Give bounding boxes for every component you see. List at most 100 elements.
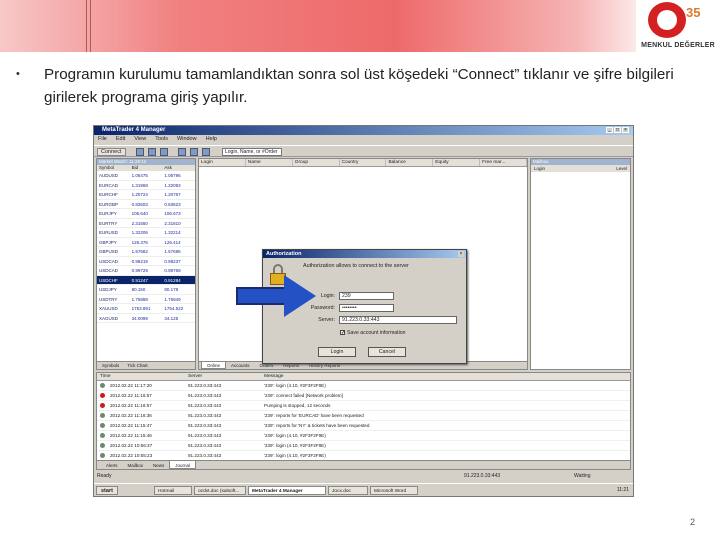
toolbar-icon[interactable] bbox=[148, 148, 156, 156]
toolbar-icon[interactable] bbox=[178, 148, 186, 156]
menu-view[interactable]: View bbox=[134, 136, 146, 144]
toolbar-icon[interactable] bbox=[202, 148, 210, 156]
tab-journal[interactable]: Journal bbox=[169, 461, 197, 469]
dialog-close-button[interactable]: × bbox=[458, 251, 464, 257]
password-field[interactable]: •••••••• bbox=[339, 304, 394, 312]
market-watch-row[interactable]: USDCAD 0.98219 0.98237 bbox=[97, 257, 195, 266]
journal-row[interactable]: 2012.02.22 11:16:57 91.223.0.33:443 '239':… bbox=[97, 391, 630, 401]
column-header[interactable]: Free mar... bbox=[480, 159, 528, 166]
column-header[interactable]: Server bbox=[185, 373, 261, 380]
minimize-button[interactable]: _ bbox=[606, 127, 613, 133]
taskbar-item[interactable]: ozdvt.doc (salsoft... bbox=[194, 486, 246, 495]
journal-message: Pumping is stopped, 12 seconds bbox=[264, 403, 331, 408]
bid-cell: 1.57682 bbox=[131, 249, 148, 254]
column-header[interactable]: Login bbox=[199, 159, 246, 166]
symbol-cell: USDCAD bbox=[99, 258, 119, 264]
market-watch-row[interactable]: USDCHF 0.91247 0.91284 bbox=[97, 275, 195, 285]
bid-cell: 1.31968 bbox=[131, 182, 148, 188]
tab-symbols[interactable]: Symbols bbox=[99, 362, 122, 369]
cancel-button[interactable]: Cancel bbox=[368, 347, 406, 357]
symbol-cell: EURJPY bbox=[99, 211, 117, 216]
market-watch-row[interactable]: EURGBP 0.83603 0.83623 bbox=[97, 200, 195, 209]
journal-time: 2012.02.22 11:15:46 bbox=[97, 431, 185, 440]
market-watch-row[interactable]: GBPUSD 1.57682 1.57696 bbox=[97, 247, 195, 257]
journal-row[interactable]: 2012.02.22 11:15:47 91.223.0.33:443 '239':… bbox=[97, 421, 630, 431]
bid-cell: 1.20724 bbox=[131, 192, 148, 197]
menu-window[interactable]: Window bbox=[177, 136, 197, 144]
market-watch-row[interactable]: EURJPY 106.640 106.673 bbox=[97, 209, 195, 219]
taskbar-item[interactable]: Hotmail bbox=[154, 486, 192, 495]
journal-row[interactable]: 2012.02.22 11:15:46 91.223.0.33:443 '239':… bbox=[97, 431, 630, 441]
server-label: Server: bbox=[318, 317, 335, 323]
tab-tick-chart[interactable]: Tick Chart bbox=[124, 362, 150, 369]
login-button[interactable]: Login bbox=[318, 347, 356, 357]
taskbar: start Hotmail ozdvt.doc (salsoft... Meta… bbox=[94, 483, 633, 496]
close-button[interactable]: × bbox=[622, 127, 629, 133]
symbol-cell: USDTRY bbox=[99, 296, 118, 302]
column-header[interactable]: Message bbox=[261, 373, 630, 380]
symbol-cell: USDCHF bbox=[99, 277, 118, 283]
save-account-checkbox[interactable]: ✓ Save account information bbox=[340, 330, 406, 336]
app-title: MetaTrader 4 Manager bbox=[102, 127, 166, 133]
symbol-cell: XAUUSD bbox=[99, 306, 118, 311]
market-watch-row[interactable]: XAGUSD 34.0099 34.125 bbox=[97, 314, 195, 323]
column-header[interactable]: Group bbox=[293, 159, 340, 166]
logo-mark-icon bbox=[648, 2, 686, 38]
market-watch-row[interactable]: USDJPY 80.150 80.178 bbox=[97, 285, 195, 295]
journal-time-text: 2012.02.22 10:56:37 bbox=[110, 443, 153, 448]
ask-cell: 80.178 bbox=[164, 287, 179, 292]
menu-tools[interactable]: Tools bbox=[155, 136, 168, 144]
journal-row[interactable]: 2012.02.22 11:17:20 91.223.0.33:443 '239':… bbox=[97, 381, 630, 391]
column-header[interactable]: Login bbox=[534, 165, 545, 172]
menu-file[interactable]: File bbox=[98, 136, 107, 144]
login-field[interactable]: 239 bbox=[339, 292, 394, 300]
taskbar-clock: 11:21 bbox=[616, 487, 629, 493]
market-watch-row[interactable]: AUDUSD 1.06475 1.06796 bbox=[97, 171, 195, 181]
grid-header: Login Name Group Country Balance Equity … bbox=[199, 159, 528, 167]
menu-edit[interactable]: Edit bbox=[116, 136, 125, 144]
tab-online[interactable]: Online bbox=[201, 362, 227, 369]
toolbar-icon[interactable] bbox=[136, 148, 144, 156]
checkbox-icon: ✓ bbox=[340, 330, 346, 337]
ask-cell: 1.32093 bbox=[164, 182, 181, 188]
tab-accounts[interactable]: Accounts bbox=[226, 362, 255, 369]
server-select[interactable]: 91.223.0.33:443 bbox=[339, 316, 457, 324]
market-watch-row[interactable]: USDCAD 0.99729 0.99769 bbox=[97, 266, 195, 276]
maximize-button[interactable]: □ bbox=[614, 127, 621, 133]
column-header[interactable]: Time bbox=[97, 373, 185, 380]
column-header[interactable]: Name bbox=[246, 159, 293, 166]
bid-cell: 0.83603 bbox=[131, 201, 148, 207]
journal-row[interactable]: 2012.02.22 10:56:37 91.223.0.33:443 '239':… bbox=[97, 441, 630, 451]
search-input[interactable]: Login, Name, or #Order bbox=[222, 148, 282, 156]
menu-help[interactable]: Help bbox=[206, 136, 217, 144]
start-button[interactable]: start bbox=[96, 486, 118, 495]
market-watch-row[interactable]: GBPJPY 126.376 126.414 bbox=[97, 238, 195, 247]
tab-mailbox[interactable]: Mailbox bbox=[123, 461, 149, 469]
toolbar-icon[interactable] bbox=[160, 148, 168, 156]
market-watch-row[interactable]: EURCAD 1.31968 1.32093 bbox=[97, 181, 195, 190]
market-watch-row[interactable]: XAUUSD 1753.891 1754.522 bbox=[97, 304, 195, 314]
status-text: Ready bbox=[97, 473, 112, 479]
toolbar-icon[interactable] bbox=[190, 148, 198, 156]
market-watch-row[interactable]: EURCHF 1.20724 1.20767 bbox=[97, 190, 195, 200]
taskbar-item[interactable]: MetaTrader 4 Manager bbox=[248, 486, 326, 495]
column-header[interactable]: Equity bbox=[433, 159, 481, 166]
arrow-icon bbox=[284, 275, 316, 317]
column-header[interactable]: Level bbox=[616, 165, 627, 172]
journal-row[interactable]: 2012.02.22 11:16:36 91.223.0.33:443 '239':… bbox=[97, 411, 630, 421]
connect-button[interactable]: Connect bbox=[97, 148, 126, 156]
market-watch-row[interactable]: EURTRY 2.31650 2.31810 bbox=[97, 219, 195, 228]
column-header[interactable]: Country bbox=[340, 159, 387, 166]
taskbar-item[interactable]: Jocx.doc bbox=[328, 486, 368, 495]
journal-server: 91.223.0.33:443 bbox=[188, 453, 222, 458]
bid-cell: 1.32206 bbox=[131, 230, 148, 235]
market-watch-row[interactable]: EURUSD 1.32206 1.32214 bbox=[97, 228, 195, 238]
tab-alerts[interactable]: Alerts bbox=[101, 461, 123, 469]
column-header[interactable]: Balance bbox=[386, 159, 434, 166]
taskbar-item[interactable]: Microsoft Word bbox=[370, 486, 418, 495]
tab-news[interactable]: News bbox=[148, 461, 169, 469]
journal-row[interactable]: 2012.02.22 11:16:57 91.223.0.33:443 Pumpin… bbox=[97, 401, 630, 411]
market-watch-row[interactable]: USDTRY 1.75888 1.75949 bbox=[97, 295, 195, 304]
bid-cell: 0.99729 bbox=[131, 268, 148, 273]
journal-time-text: 2012.02.22 10:55:23 bbox=[110, 453, 153, 458]
